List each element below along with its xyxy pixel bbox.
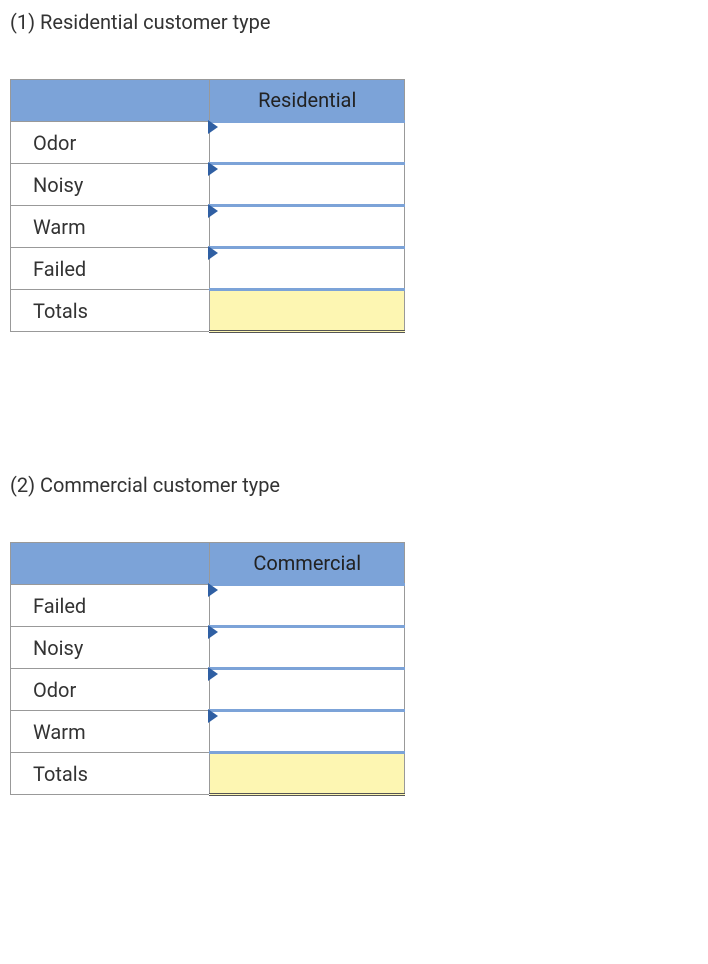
input-cell[interactable] [210,711,405,753]
input-marker-icon [208,204,218,218]
table-row: Failed [11,248,405,290]
table-totals-row: Totals [11,753,405,795]
section-title: (2) Commercial customer type [10,473,698,497]
table-corner-cell [11,80,210,122]
row-label: Failed [11,248,210,290]
row-label: Warm [11,711,210,753]
row-label: Noisy [11,164,210,206]
input-marker-icon [208,583,218,597]
table-row: Noisy [11,164,405,206]
table-header-row: Commercial [11,543,405,585]
input-cell[interactable] [210,669,405,711]
row-label: Failed [11,585,210,627]
row-label: Noisy [11,627,210,669]
table-header-row: Residential [11,80,405,122]
input-cell[interactable] [210,585,405,627]
row-label: Warm [11,206,210,248]
table-row: Odor [11,122,405,164]
column-header: Residential [210,80,405,122]
input-marker-icon [208,667,218,681]
input-marker-icon [208,162,218,176]
input-marker-icon [208,709,218,723]
section-title: (1) Residential customer type [10,10,698,34]
table-residential: Residential Odor Noisy Warm Failed [10,79,405,333]
section-commercial: (2) Commercial customer type Commercial … [10,473,698,796]
input-marker-icon [208,246,218,260]
input-cell[interactable] [210,627,405,669]
table-row: Failed [11,585,405,627]
row-label: Odor [11,669,210,711]
row-label: Odor [11,122,210,164]
input-cell[interactable] [210,206,405,248]
column-header: Commercial [210,543,405,585]
input-marker-icon [208,625,218,639]
input-marker-icon [208,120,218,134]
totals-label: Totals [11,290,210,332]
table-row: Warm [11,711,405,753]
totals-cell [210,290,405,332]
table-row: Noisy [11,627,405,669]
table-totals-row: Totals [11,290,405,332]
input-cell[interactable] [210,164,405,206]
table-commercial: Commercial Failed Noisy Odor Warm [10,542,405,796]
input-cell[interactable] [210,248,405,290]
table-row: Warm [11,206,405,248]
section-residential: (1) Residential customer type Residentia… [10,10,698,333]
table-corner-cell [11,543,210,585]
table-row: Odor [11,669,405,711]
totals-cell [210,753,405,795]
input-cell[interactable] [210,122,405,164]
totals-label: Totals [11,753,210,795]
